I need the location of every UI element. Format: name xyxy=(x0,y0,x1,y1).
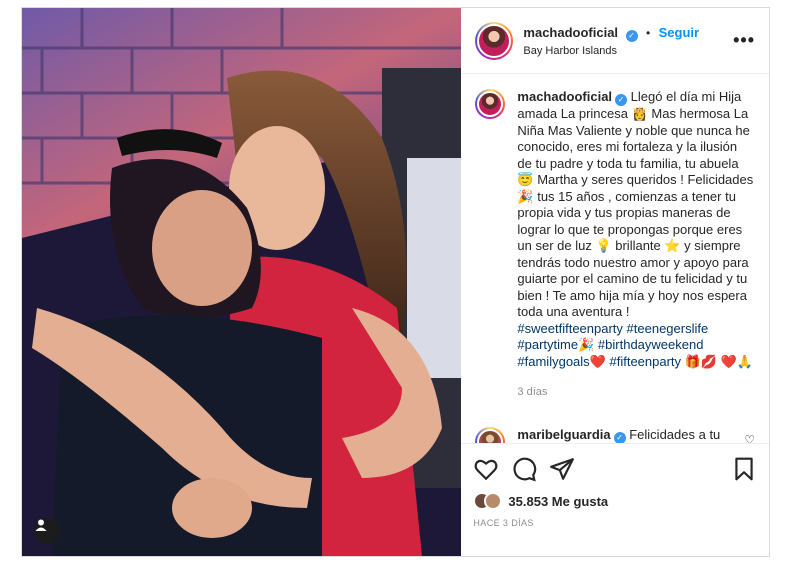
comment-item: maribelguardia✓ Felicidades a tu princes… xyxy=(475,426,755,444)
verified-badge-icon: ✓ xyxy=(615,94,628,106)
comment-icon[interactable] xyxy=(511,456,537,482)
post-panel: machadooficial ✓ • Seguir Bay Harbor Isl… xyxy=(461,8,769,556)
comment-like-icon[interactable]: ♡ xyxy=(744,433,755,444)
comment-avatar[interactable] xyxy=(475,426,506,443)
comments-section: machadooficial ✓ Llegó el día mi Hija ama… xyxy=(461,75,769,443)
hashtag-link[interactable]: #teenegerslife xyxy=(627,321,709,336)
heart-icon[interactable] xyxy=(473,456,499,482)
more-options-icon[interactable]: ••• xyxy=(733,30,755,51)
caption-avatar[interactable] xyxy=(475,89,506,119)
user-tag-icon[interactable] xyxy=(34,518,60,544)
hashtag-link[interactable]: #sweetfifteenparty xyxy=(517,321,623,336)
location-link[interactable]: Bay Harbor Islands xyxy=(523,45,733,57)
verified-badge-icon: ✓ xyxy=(625,30,638,42)
hashtag-link[interactable]: #partytime xyxy=(517,337,578,352)
separator-dot: • xyxy=(645,26,651,40)
hashtag-suffix: ❤️ xyxy=(589,353,610,369)
action-bar: 35.853 Me gusta HACE 3 DÍAS xyxy=(461,443,769,528)
likes-summary[interactable]: 35.853 Me gusta xyxy=(473,492,757,510)
hashtag-link[interactable]: #familygoals xyxy=(517,354,589,369)
follow-button[interactable]: Seguir xyxy=(659,25,699,40)
verified-badge-icon: ✓ xyxy=(613,431,626,443)
hashtag-link[interactable]: #birthdayweekend xyxy=(598,337,704,352)
post-date: HACE 3 DÍAS xyxy=(473,518,534,528)
hashtag-suffix: 🎉 xyxy=(578,337,598,352)
hashtag-list: #sweetfifteenparty #teenegerslife #party… xyxy=(517,321,755,371)
photo-illustration xyxy=(22,8,462,556)
caption-text: Llegó el día mi Hija amada La princesa 👸… xyxy=(517,89,754,319)
post-photo[interactable] xyxy=(22,8,462,556)
liker-avatar xyxy=(484,492,503,510)
hashtag-suffix: 🎁💋 ❤️🙏 xyxy=(681,353,754,369)
avatar[interactable] xyxy=(475,21,514,60)
caption-username[interactable]: machadooficial xyxy=(517,89,612,104)
bookmark-icon[interactable] xyxy=(731,456,757,482)
post-card: machadooficial ✓ • Seguir Bay Harbor Isl… xyxy=(21,7,770,557)
post-header: machadooficial ✓ • Seguir Bay Harbor Isl… xyxy=(461,8,769,74)
hashtag-link[interactable]: #fifteenparty xyxy=(609,354,681,369)
comment-username[interactable]: maribelguardia xyxy=(517,427,610,442)
caption: machadooficial ✓ Llegó el día mi Hija ama… xyxy=(475,89,755,401)
share-icon[interactable] xyxy=(549,456,575,482)
author-username[interactable]: machadooficial xyxy=(523,25,618,40)
likes-count[interactable]: 35.853 Me gusta xyxy=(508,494,608,509)
caption-timestamp: 3 días xyxy=(517,386,548,398)
